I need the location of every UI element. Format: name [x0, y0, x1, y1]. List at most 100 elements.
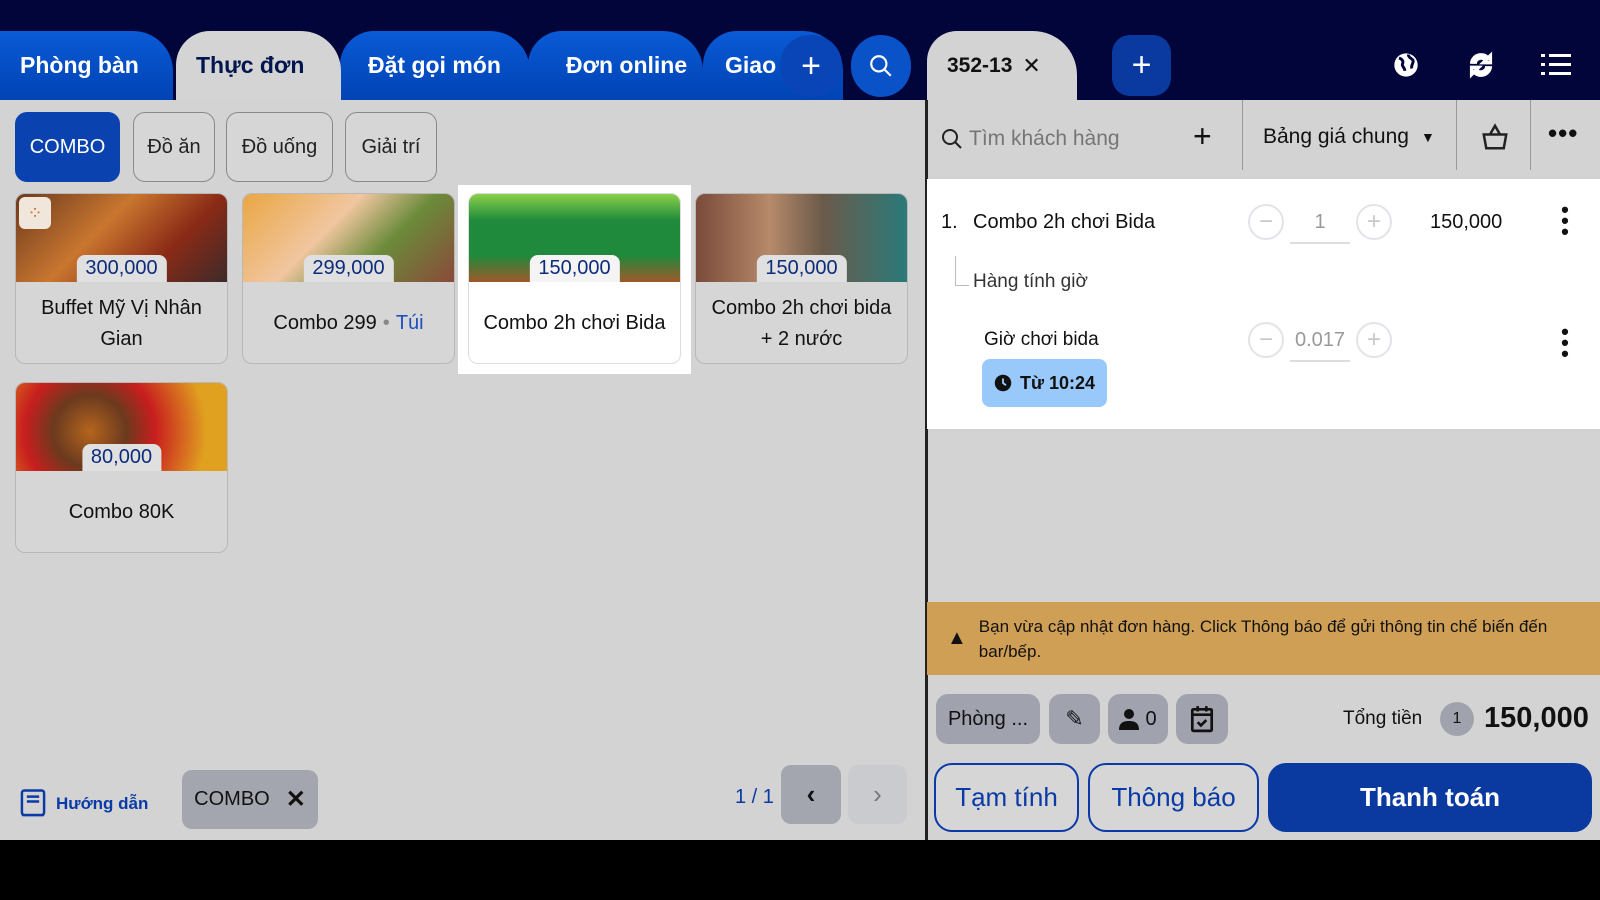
price-list-dropdown[interactable]: Bảng giá chung ▼ [1263, 125, 1435, 149]
combo-icon: ⁘ [19, 197, 51, 229]
sub-label: Hàng tính giờ [973, 271, 1088, 292]
provisional-bill-button[interactable]: Tạm tính [934, 763, 1079, 832]
product-image: 150,000 [696, 194, 907, 282]
customer-search-input[interactable] [969, 122, 1189, 156]
tab-don-online[interactable]: Đơn online [528, 31, 703, 100]
decrease-qty-button[interactable]: − [1248, 204, 1284, 240]
add-tab-button[interactable]: + [780, 35, 842, 97]
category-label: Giải trí [361, 135, 421, 158]
guide-label: Hướng dẫn [56, 794, 149, 813]
product-name: Combo 2h chơi bida + 2 nước [711, 296, 892, 350]
product-card[interactable]: 150,000 Combo 2h chơi bida + 2 nước [695, 193, 908, 364]
decrease-qty-button[interactable]: − [1248, 322, 1284, 358]
chevron-right-icon: › [873, 779, 882, 809]
start-time-chip[interactable]: Từ 10:24 [982, 359, 1107, 407]
warning-icon: ▲ [947, 627, 967, 649]
product-price: 150,000 [756, 255, 847, 282]
item-menu-icon[interactable]: • • • [1560, 199, 1570, 243]
tab-label: Đặt gọi món [368, 52, 501, 78]
plus-icon: + [1131, 46, 1152, 84]
close-icon[interactable]: ✕ [1022, 53, 1040, 79]
category-label: Đồ uống [241, 135, 318, 158]
tab-thuc-don[interactable]: Thực đơn [176, 31, 341, 100]
prev-page-button[interactable]: ‹ [781, 765, 841, 824]
sub-item-menu-icon[interactable]: • • • [1560, 321, 1570, 365]
more-options-icon[interactable]: ••• [1548, 118, 1578, 149]
divider [1242, 100, 1243, 170]
clock-icon [994, 374, 1012, 392]
button-label: Tạm tính [955, 782, 1058, 812]
product-card[interactable]: ⁘ 300,000 Buffet Mỹ Vị Nhân Gian [15, 193, 228, 364]
guests-count: 0 [1145, 707, 1157, 730]
product-image: 80,000 [16, 383, 227, 471]
item-qty[interactable]: 1 [1290, 211, 1350, 244]
item-index: 1. [941, 211, 958, 233]
item-price: 150,000 [1430, 211, 1503, 233]
list-icon[interactable] [1541, 52, 1571, 78]
add-order-button[interactable]: + [1112, 35, 1171, 96]
product-price: 80,000 [81, 444, 162, 471]
product-card-selected[interactable]: 150,000 Combo 2h chơi Bida [468, 193, 681, 364]
caret-down-icon: ▼ [1420, 129, 1435, 145]
category-combo[interactable]: COMBO [15, 112, 120, 182]
refresh-icon[interactable] [1467, 51, 1495, 79]
calendar-button[interactable] [1176, 694, 1228, 744]
next-page-button[interactable]: › [848, 765, 907, 824]
divider [1530, 100, 1531, 170]
connector-line [955, 256, 969, 286]
tab-label: Giao [725, 52, 777, 78]
product-name: Combo 299 • Túi [243, 282, 454, 363]
product-name-text: Combo 299 [273, 312, 377, 334]
notify-button[interactable]: Thông báo [1088, 763, 1259, 832]
search-button[interactable] [851, 35, 911, 97]
filter-label: COMBO [194, 788, 270, 810]
globe-icon[interactable] [1392, 51, 1420, 79]
book-icon [20, 789, 46, 817]
product-name: Combo 80K [68, 501, 175, 523]
item-name[interactable]: Combo 2h chơi Bida [973, 211, 1155, 234]
guide-link[interactable]: Hướng dẫn [18, 788, 148, 820]
item-count-badge: 1 [1440, 702, 1474, 736]
order-tab-label: 352-13 [947, 53, 1013, 77]
edit-note-button[interactable]: ✎ [1049, 694, 1100, 744]
increase-qty-button[interactable]: + [1356, 322, 1392, 358]
basket-icon[interactable] [1480, 122, 1510, 152]
room-button[interactable]: Phòng ... [936, 694, 1040, 744]
category-do-uong[interactable]: Đồ uống [226, 112, 333, 182]
button-label: Thanh toán [1359, 782, 1501, 812]
search-icon [942, 129, 962, 149]
category-label: Đồ ăn [147, 135, 201, 158]
pencil-icon: ✎ [1065, 706, 1084, 731]
tab-dat-goi-mon[interactable]: Đặt gọi món [340, 31, 530, 100]
filter-chip[interactable]: COMBO ✕ [182, 770, 318, 829]
tab-label: Phòng bàn [20, 52, 139, 78]
category-giai-tri[interactable]: Giải trí [345, 112, 437, 182]
product-image: 299,000 [243, 194, 454, 282]
order-tab-352-13[interactable]: 352-13 ✕ [927, 31, 1077, 100]
tab-label: Đơn online [566, 52, 688, 78]
plus-icon: + [801, 46, 821, 85]
warning-text: Bạn vừa cập nhật đơn hàng. Click Thông b… [978, 616, 1548, 661]
warning-banner[interactable]: ▲ Bạn vừa cập nhật đơn hàng. Click Thông… [927, 602, 1600, 675]
search-icon [870, 55, 892, 77]
separator: • [382, 312, 390, 334]
product-card[interactable]: 299,000 Combo 299 • Túi [242, 193, 455, 364]
price-list-label: Bảng giá chung [1263, 125, 1409, 148]
tab-label: Thực đơn [196, 52, 305, 78]
add-customer-button[interactable]: + [1193, 118, 1212, 155]
pay-button[interactable]: Thanh toán [1268, 763, 1592, 832]
pagination-text: 1 / 1 [735, 786, 774, 808]
tab-phong-ban[interactable]: Phòng bàn [0, 31, 173, 100]
product-card[interactable]: 80,000 Combo 80K [15, 382, 228, 553]
product-unit: Túi [395, 312, 424, 334]
total-label: Tổng tiền [1343, 708, 1423, 729]
sub-item-qty[interactable]: 0.017 [1290, 329, 1350, 362]
guests-button[interactable]: 0 [1108, 694, 1168, 744]
product-price: 150,000 [529, 255, 620, 282]
increase-qty-button[interactable]: + [1356, 204, 1392, 240]
close-icon[interactable]: ✕ [286, 785, 306, 814]
category-do-an[interactable]: Đồ ăn [133, 112, 215, 182]
start-time-label: Từ 10:24 [1019, 372, 1096, 393]
chevron-left-icon: ‹ [806, 779, 816, 809]
person-icon [1119, 709, 1140, 730]
